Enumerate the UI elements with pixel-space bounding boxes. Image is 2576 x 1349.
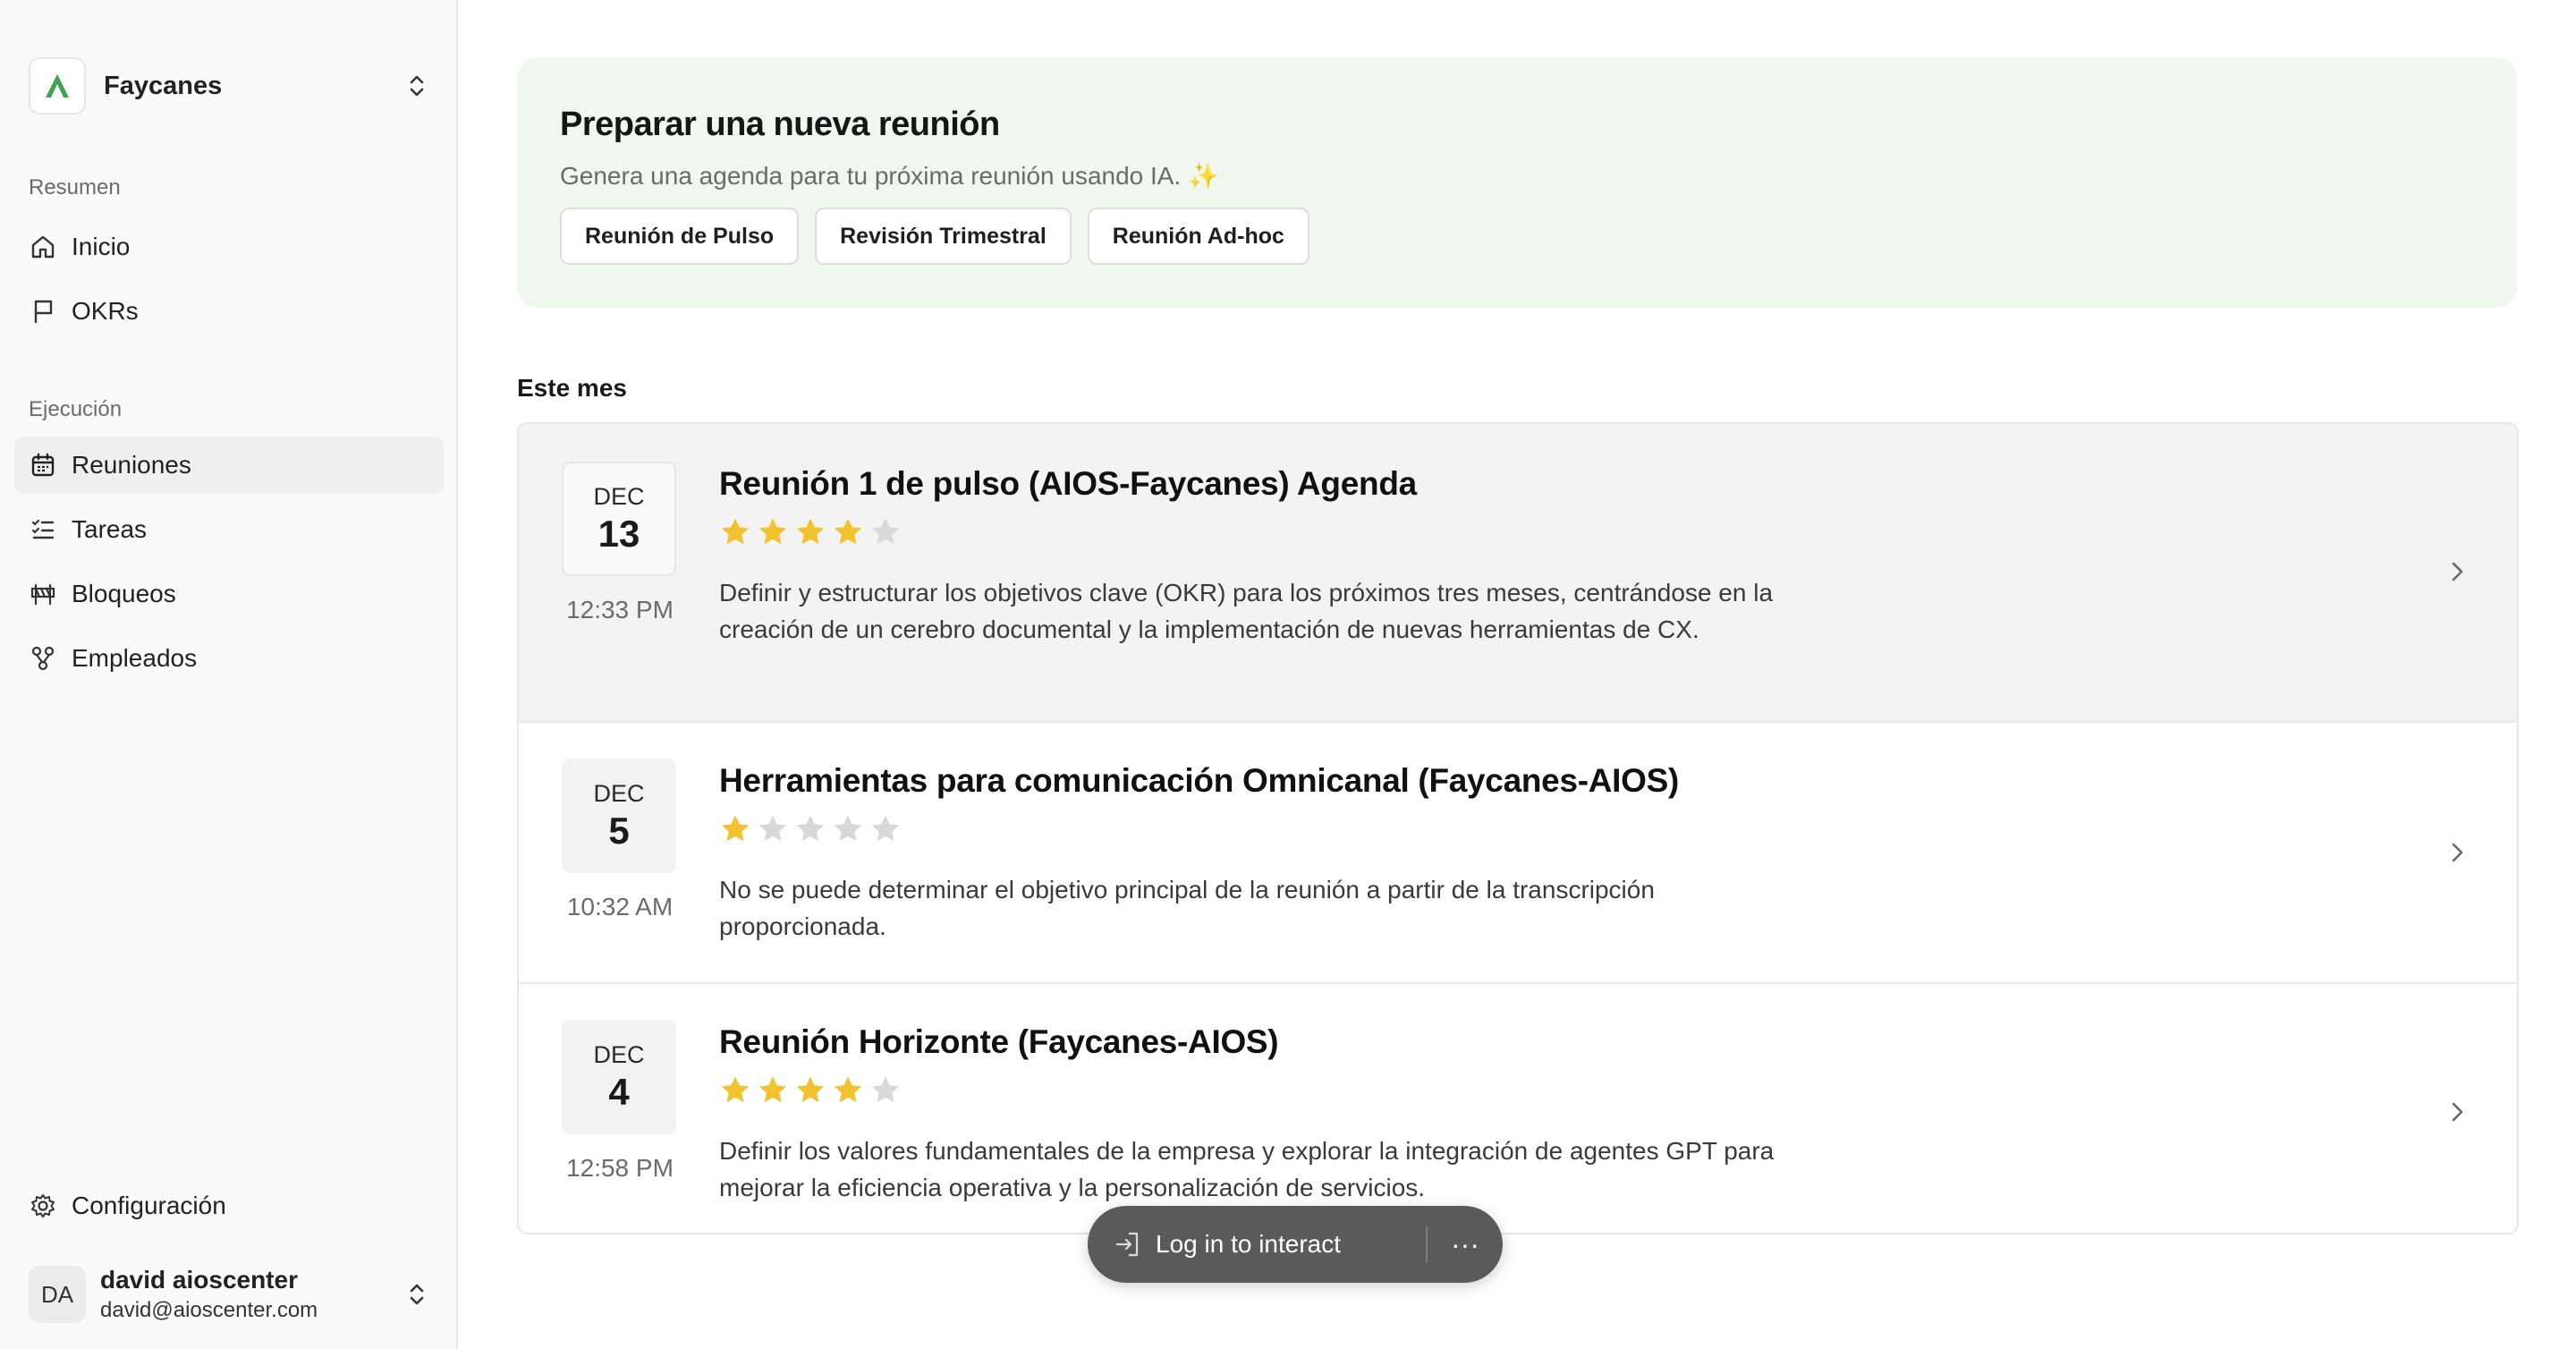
star-filled-icon [721, 1076, 750, 1103]
date-badge: DEC 5 [562, 759, 676, 873]
flag-icon [29, 297, 57, 326]
chevron-up-down-icon [401, 70, 433, 102]
sidebar-item-label: Reuniones [72, 451, 191, 479]
chevron-right-icon [2452, 562, 2463, 581]
meeting-title: Reunión 1 de pulso (AIOS-Faycanes) Agend… [719, 465, 1417, 502]
star-filled-icon [721, 815, 750, 842]
roadblock-icon [29, 580, 57, 608]
sidebar-item-bloqueos[interactable]: Bloqueos [14, 565, 444, 623]
banner-title: Preparar una nueva reunión [560, 106, 1000, 143]
star-empty-icon [871, 518, 900, 545]
chevron-right-icon [2452, 1102, 2463, 1122]
star-filled-icon [758, 1076, 787, 1103]
sidebar: Faycanes Resumen Inicio OKRs Ejecución R… [0, 0, 458, 1349]
chevron-up-down-icon [401, 1278, 433, 1311]
meeting-type-buttons: Reunión de Pulso Revisión Trimestral Reu… [560, 208, 1309, 265]
sidebar-item-label: Empleados [72, 644, 198, 672]
home-icon [29, 233, 57, 261]
date-badge: DEC 13 [562, 462, 676, 576]
user-name: david aioscenter [100, 1266, 298, 1294]
meeting-description: Definir y estructurar los objetivos clav… [719, 579, 1774, 643]
sidebar-item-label: Bloqueos [72, 580, 176, 607]
meeting-time: 12:58 PM [566, 1154, 674, 1182]
date-day: 4 [608, 1070, 630, 1113]
meeting-title: Reunión Horizonte (Faycanes-AIOS) [719, 1023, 1279, 1060]
date-month: DEC [593, 482, 645, 510]
date-month: DEC [593, 1040, 645, 1068]
meeting-date: DEC 5 10:32 AM [562, 759, 678, 921]
meeting-description: Definir los valores fundamentales de la … [719, 1137, 1775, 1201]
star-empty-icon [834, 815, 862, 842]
date-badge: DEC 4 [562, 1020, 676, 1134]
meeting-row[interactable]: DEC 13 12:33 PM Reunión 1 de pulso (AIOS… [519, 424, 2517, 723]
star-rating [719, 812, 1792, 844]
avatar: DA [29, 1266, 86, 1323]
meeting-time: 12:33 PM [566, 596, 674, 624]
meetings-list: DEC 13 12:33 PM Reunión 1 de pulso (AIOS… [517, 422, 2519, 1234]
sidebar-item-label: Inicio [72, 233, 131, 260]
star-filled-icon [758, 518, 787, 545]
sidebar-item-configuracion[interactable]: Configuración [14, 1177, 444, 1234]
sidebar-item-okrs[interactable]: OKRs [14, 283, 444, 340]
login-icon [1115, 1232, 1139, 1257]
new-meeting-banner: Preparar una nueva reunión Genera una ag… [517, 57, 2517, 308]
star-filled-icon [796, 1076, 825, 1103]
org-chart-icon [29, 644, 57, 673]
more-options-button[interactable]: ··· [1428, 1228, 1503, 1261]
user-email: david@aioscenter.com [100, 1298, 318, 1322]
meeting-time: 10:32 AM [566, 893, 674, 921]
star-empty-icon [758, 815, 787, 842]
star-filled-icon [834, 1076, 862, 1103]
meeting-row[interactable]: DEC 5 10:32 AM Herramientas para comunic… [519, 723, 2517, 984]
app-root: Faycanes Resumen Inicio OKRs Ejecución R… [0, 0, 2576, 1349]
sidebar-item-inicio[interactable]: Inicio [14, 218, 444, 276]
meeting-date: DEC 13 12:33 PM [562, 462, 678, 624]
login-toast: Log in to interact ··· [1088, 1206, 1503, 1283]
star-filled-icon [796, 518, 825, 545]
adhoc-meeting-button[interactable]: Reunión Ad-hoc [1087, 208, 1309, 265]
star-empty-icon [871, 815, 900, 842]
list-check-icon [29, 515, 57, 544]
gear-icon [29, 1192, 57, 1220]
sidebar-item-label: Tareas [72, 515, 148, 543]
date-day: 5 [608, 809, 630, 852]
quarterly-review-button[interactable]: Revisión Trimestral [815, 208, 1072, 265]
meeting-row[interactable]: DEC 4 12:58 PM Reunión Horizonte (Faycan… [519, 984, 2517, 1233]
logo-icon [46, 74, 69, 98]
section-label-resumen: Resumen [29, 175, 121, 199]
meeting-date: DEC 4 12:58 PM [562, 1020, 678, 1183]
star-rating [719, 515, 1792, 547]
sidebar-item-reuniones[interactable]: Reuniones [14, 437, 444, 494]
meeting-description: No se puede determinar el objetivo princ… [719, 876, 1655, 940]
meeting-content: Herramientas para comunicación Omnicanal… [719, 762, 1792, 945]
chevron-right-icon [2452, 843, 2463, 862]
section-heading: Este mes [517, 374, 627, 402]
calendar-icon [29, 451, 57, 479]
meeting-content: Reunión 1 de pulso (AIOS-Faycanes) Agend… [719, 465, 1792, 648]
workspace-name: Faycanes [104, 71, 223, 100]
login-button[interactable]: Log in to interact [1088, 1229, 1426, 1260]
date-day: 13 [597, 512, 640, 555]
banner-subtitle: Genera una agenda para tu próxima reunió… [560, 162, 1219, 190]
workspace-logo [29, 57, 86, 115]
sidebar-item-empleados[interactable]: Empleados [14, 630, 444, 687]
pulse-meeting-button[interactable]: Reunión de Pulso [560, 208, 800, 265]
date-month: DEC [593, 779, 645, 807]
sidebar-item-label: Configuración [72, 1192, 226, 1219]
user-info: david aioscenter david@aioscenter.com [100, 1266, 401, 1323]
star-filled-icon [721, 518, 750, 545]
star-filled-icon [834, 518, 862, 545]
star-empty-icon [871, 1076, 900, 1103]
user-menu[interactable]: DA david aioscenter david@aioscenter.com [29, 1261, 433, 1328]
workspace-switcher[interactable]: Faycanes [29, 54, 433, 118]
star-rating [719, 1073, 1792, 1106]
section-label-ejecucion: Ejecución [29, 397, 123, 421]
sidebar-item-label: OKRs [72, 297, 139, 325]
meeting-title: Herramientas para comunicación Omnicanal… [719, 762, 1680, 799]
login-label: Log in to interact [1156, 1230, 1342, 1258]
sidebar-item-tareas[interactable]: Tareas [14, 501, 444, 558]
star-empty-icon [796, 815, 825, 842]
meeting-content: Reunión Horizonte (Faycanes-AIOS) Defini… [719, 1023, 1792, 1206]
